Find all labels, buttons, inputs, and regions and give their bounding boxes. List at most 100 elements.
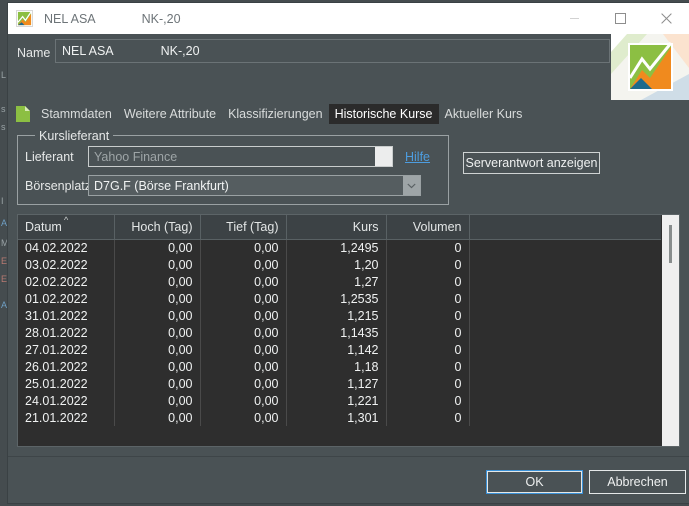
security-details-dialog: NEL ASA NK-,20 Name NEL ASA NK-,20 Stamm…: [8, 3, 689, 503]
cell-filler: [469, 256, 661, 273]
column-header-datum[interactable]: Datum ^: [18, 215, 115, 240]
cell-kurs: 1,2495: [286, 239, 387, 256]
prices-grid: Datum ^ Hoch (Tag) Tief (Tag) Kurs Volum…: [18, 215, 661, 426]
maximize-icon: [614, 13, 626, 24]
cell-datum: 01.02.2022: [18, 290, 115, 307]
cell-kurs: 1,2535: [286, 290, 387, 307]
kurslieferant-legend: Kurslieferant: [35, 129, 114, 143]
column-header-tief[interactable]: Tief (Tag): [200, 215, 287, 240]
table-row[interactable]: 21.01.2022 0,00 0,00 1,301 0: [18, 409, 661, 426]
cell-filler: [469, 290, 661, 307]
security-chart-logo: [611, 34, 689, 100]
table-vertical-scrollbar[interactable]: [661, 215, 679, 446]
column-header-kurs[interactable]: Kurs: [286, 215, 387, 240]
chart-app-icon: [16, 10, 33, 27]
cell-filler: [469, 239, 661, 256]
historical-prices-table: Datum ^ Hoch (Tag) Tief (Tag) Kurs Volum…: [17, 214, 680, 447]
chevron-down-icon[interactable]: [403, 176, 420, 195]
table-row[interactable]: 01.02.2022 0,00 0,00 1,2535 0: [18, 290, 661, 307]
table-row[interactable]: 27.01.2022 0,00 0,00 1,142 0: [18, 341, 661, 358]
cell-datum: 02.02.2022: [18, 273, 115, 290]
title-bar: NEL ASA NK-,20: [8, 3, 689, 34]
cell-filler: [469, 358, 661, 375]
document-icon: [16, 106, 30, 122]
tab-klassifizierungen[interactable]: Klassifizierungen: [222, 104, 329, 124]
lieferant-label: Lieferant: [25, 150, 74, 164]
cell-datum: 21.01.2022: [18, 409, 115, 426]
sort-ascending-icon: ^: [64, 215, 69, 225]
cell-tief: 0,00: [200, 256, 287, 273]
lieferant-value: Yahoo Finance: [94, 149, 178, 164]
cell-kurs: 1,20: [286, 256, 387, 273]
tab-weitere-attribute[interactable]: Weitere Attribute: [118, 104, 222, 124]
cell-kurs: 1,142: [286, 341, 387, 358]
cell-datum: 03.02.2022: [18, 256, 115, 273]
tab-content-historische-kurse: Kurslieferant Lieferant Yahoo Finance Hi…: [8, 128, 689, 503]
dialog-footer: OK Abbrechen: [8, 457, 689, 503]
column-header-filler: [469, 215, 661, 240]
cell-hoch: 0,00: [114, 239, 201, 256]
table-header-row: Datum ^ Hoch (Tag) Tief (Tag) Kurs Volum…: [18, 215, 661, 240]
tab-historische-kurse[interactable]: Historische Kurse: [328, 104, 439, 124]
name-field[interactable]: NEL ASA NK-,20: [55, 39, 610, 63]
cell-tief: 0,00: [200, 409, 287, 426]
name-field-value: NEL ASA: [62, 44, 114, 58]
close-icon: [660, 13, 672, 24]
cell-datum: 27.01.2022: [18, 341, 115, 358]
name-field-value-sub: NK-,20: [160, 44, 200, 58]
name-label: Name: [17, 46, 51, 60]
cell-kurs: 1,1435: [286, 324, 387, 341]
table-row[interactable]: 25.01.2022 0,00 0,00 1,127 0: [18, 375, 661, 392]
table-row[interactable]: 26.01.2022 0,00 0,00 1,18 0: [18, 358, 661, 375]
table-row[interactable]: 28.01.2022 0,00 0,00 1,1435 0: [18, 324, 661, 341]
cell-filler: [469, 409, 661, 426]
ok-button[interactable]: OK: [486, 470, 583, 494]
cell-kurs: 1,221: [286, 392, 387, 409]
cell-filler: [469, 392, 661, 409]
maximize-button[interactable]: [597, 3, 643, 34]
cell-volumen: 0: [386, 358, 470, 375]
boersenplatz-value: D7G.F (Börse Frankfurt): [94, 178, 229, 193]
cell-kurs: 1,301: [286, 409, 387, 426]
cell-kurs: 1,18: [286, 358, 387, 375]
table-row[interactable]: 24.01.2022 0,00 0,00 1,221 0: [18, 392, 661, 409]
cell-filler: [469, 273, 661, 290]
table-row[interactable]: 31.01.2022 0,00 0,00 1,215 0: [18, 307, 661, 324]
column-header-datum-label: Datum: [25, 219, 62, 234]
cell-datum: 04.02.2022: [18, 239, 115, 256]
cell-tief: 0,00: [200, 307, 287, 324]
hilfe-link[interactable]: Hilfe: [405, 150, 430, 164]
cell-hoch: 0,00: [114, 409, 201, 426]
close-button[interactable]: [643, 3, 689, 34]
cancel-button[interactable]: Abbrechen: [589, 470, 686, 494]
boersenplatz-combobox[interactable]: D7G.F (Börse Frankfurt): [88, 175, 421, 196]
lieferant-dropdown-button[interactable]: [375, 147, 392, 166]
table-row[interactable]: 02.02.2022 0,00 0,00 1,27 0: [18, 273, 661, 290]
cell-hoch: 0,00: [114, 375, 201, 392]
tab-stammdaten[interactable]: Stammdaten: [35, 104, 118, 124]
cell-tief: 0,00: [200, 341, 287, 358]
table-row[interactable]: 04.02.2022 0,00 0,00 1,2495 0: [18, 239, 661, 256]
cell-filler: [469, 307, 661, 324]
cell-datum: 24.01.2022: [18, 392, 115, 409]
cell-filler: [469, 324, 661, 341]
tab-aktueller-kurs[interactable]: Aktueller Kurs: [439, 104, 529, 124]
lieferant-combobox[interactable]: Yahoo Finance: [88, 146, 393, 167]
cell-hoch: 0,00: [114, 392, 201, 409]
table-viewport: Datum ^ Hoch (Tag) Tief (Tag) Kurs Volum…: [18, 215, 661, 446]
column-header-hoch[interactable]: Hoch (Tag): [114, 215, 201, 240]
minimize-button[interactable]: [551, 3, 597, 34]
scrollbar-thumb[interactable]: [669, 225, 672, 263]
cell-tief: 0,00: [200, 392, 287, 409]
window-title-subtitle: NK-,20: [141, 11, 181, 26]
table-row[interactable]: 03.02.2022 0,00 0,00 1,20 0: [18, 256, 661, 273]
serverantwort-anzeigen-button[interactable]: Serverantwort anzeigen: [463, 152, 600, 174]
cell-tief: 0,00: [200, 324, 287, 341]
cell-volumen: 0: [386, 341, 470, 358]
cell-filler: [469, 341, 661, 358]
cell-hoch: 0,00: [114, 273, 201, 290]
cell-volumen: 0: [386, 409, 470, 426]
cell-volumen: 0: [386, 256, 470, 273]
column-header-volumen[interactable]: Volumen: [386, 215, 470, 240]
cell-filler: [469, 375, 661, 392]
